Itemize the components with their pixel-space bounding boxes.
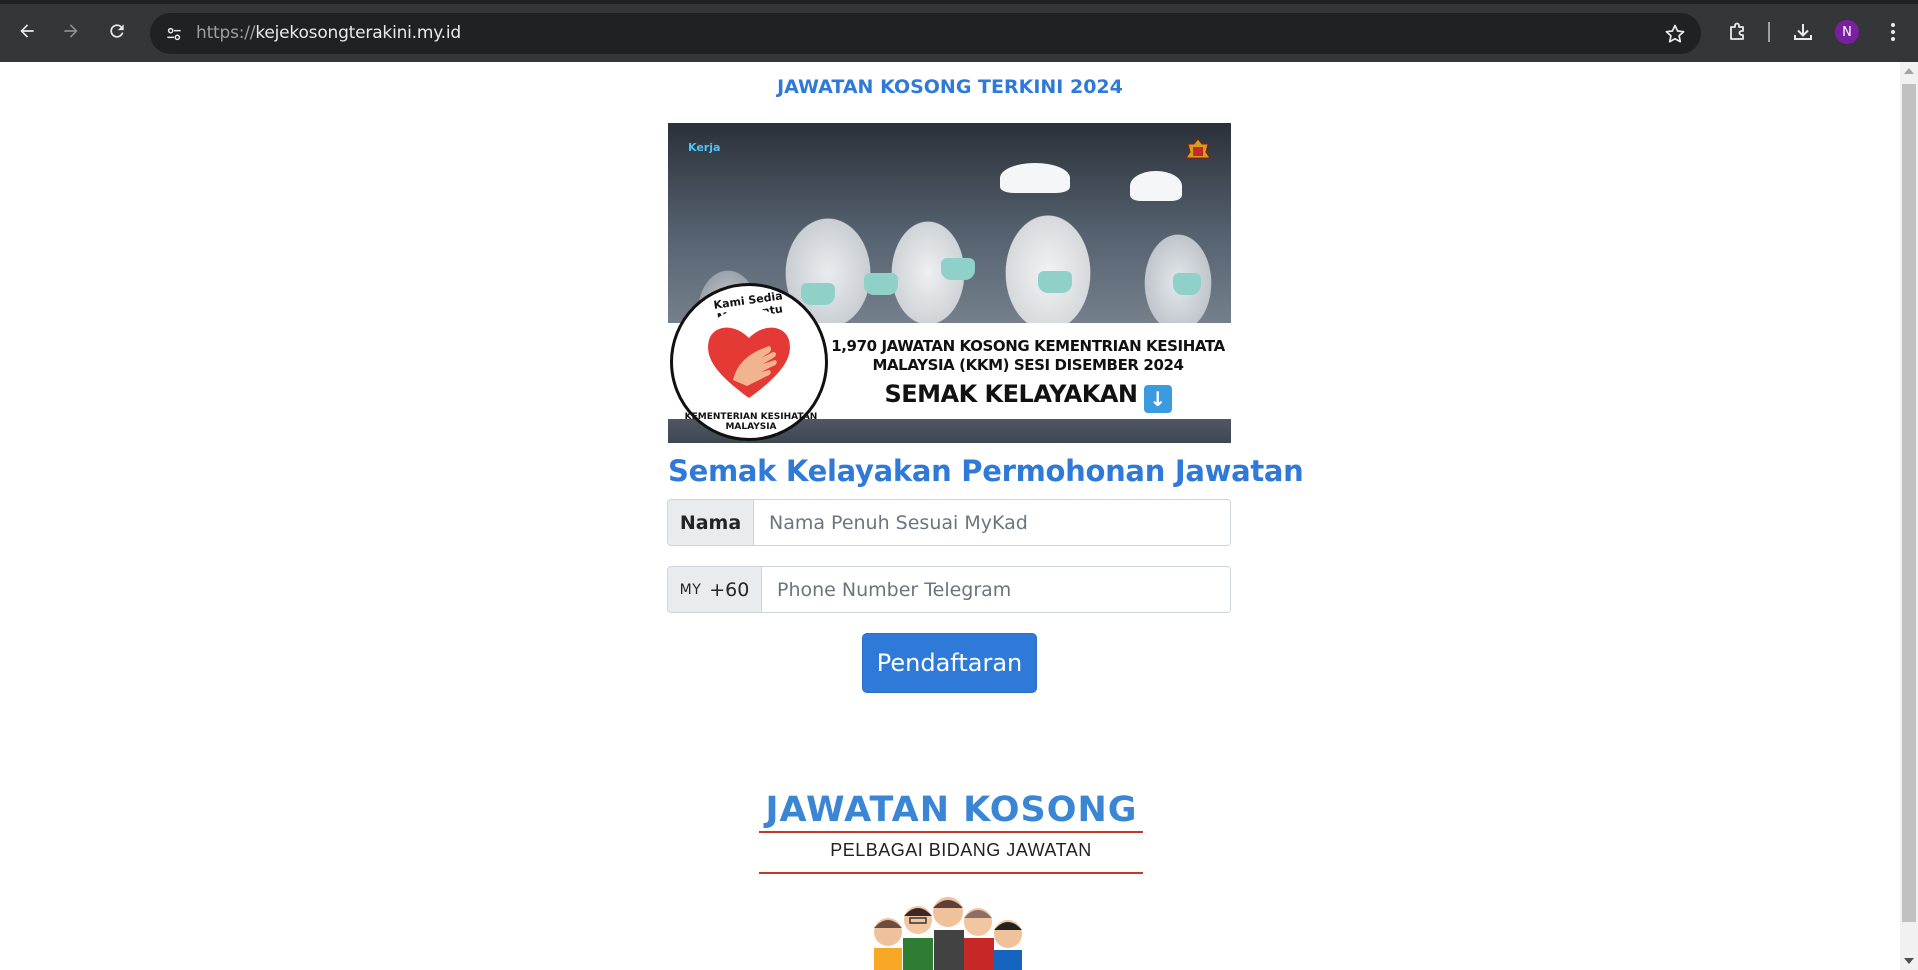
phone-input-group: MY +60 — [667, 566, 1231, 613]
people-group-illustration — [848, 882, 1048, 970]
banner-brand-tag: Kerja — [688, 141, 721, 154]
recruitment-banner-image: Kerja 1,970 JAWATAN KOSONG KEMENTRIAN KE… — [668, 123, 1231, 443]
name-input[interactable] — [754, 500, 1230, 545]
seal-bottom-text: KEMENTERIAN KESIHATAN MALAYSIA — [684, 412, 818, 432]
banner-headline: 1,970 JAWATAN KOSONG KEMENTRIAN KESIHATA… — [831, 337, 1225, 374]
phone-input[interactable] — [762, 567, 1230, 612]
kkm-seal: Kami Sedia Membantu KEMENTERIAN KESIHATA… — [670, 283, 828, 441]
face-mask — [864, 273, 898, 295]
country-code: MY — [679, 581, 702, 598]
promo-subtitle: PELBAGAI BIDANG JAWATAN — [830, 840, 1092, 860]
malaysia-crest-icon — [1182, 137, 1214, 165]
forward-icon[interactable] — [54, 14, 88, 48]
heart-hand-icon — [703, 320, 795, 402]
name-label: Nama — [668, 500, 754, 545]
browser-toolbar: https://kejekosongterakini.my.id N — [0, 0, 1918, 62]
banner-cta-text: SEMAK KELAYAKAN — [884, 380, 1138, 408]
site-title: JAWATAN KOSONG TERKINI 2024 — [777, 76, 1123, 98]
face-mask — [941, 258, 975, 280]
profile-avatar[interactable]: N — [1835, 20, 1859, 44]
nurse-cap — [1130, 171, 1182, 201]
form-title: Semak Kelayakan Permohonan Jawatan — [668, 454, 1304, 488]
down-arrow-icon: ↓ — [1143, 385, 1172, 413]
promo-title: JAWATAN KOSONG — [765, 790, 1138, 830]
toolbar-divider — [1768, 22, 1770, 42]
face-mask — [1173, 273, 1201, 295]
promo-underline — [759, 831, 1143, 833]
page-scrollbar[interactable] — [1900, 62, 1918, 970]
more-menu-icon[interactable] — [1880, 19, 1906, 45]
tab-strip-edge — [0, 0, 1918, 4]
face-mask — [1038, 271, 1072, 293]
extensions-icon[interactable] — [1725, 19, 1751, 45]
scroll-down-arrow-icon[interactable] — [1904, 958, 1914, 964]
download-icon[interactable] — [1790, 19, 1816, 45]
banner-cta: SEMAK KELAYAKAN ↓ — [828, 380, 1228, 413]
register-button[interactable]: Pendaftaran — [862, 633, 1037, 693]
phone-prefix-addon[interactable]: MY +60 — [668, 567, 762, 612]
phone-prefix: +60 — [709, 578, 750, 601]
site-info-icon[interactable] — [160, 20, 188, 48]
page-viewport: JAWATAN KOSONG TERKINI 2024 Kerja 1,970 … — [0, 62, 1900, 970]
reload-icon[interactable] — [100, 14, 134, 48]
url-text[interactable]: https://kejekosongterakini.my.id — [196, 23, 461, 43]
scroll-up-arrow-icon[interactable] — [1904, 68, 1914, 74]
nurse-cap — [1000, 163, 1070, 193]
url-host: kejekosongterakini.my.id — [255, 23, 462, 43]
scroll-thumb[interactable] — [1902, 84, 1916, 922]
back-icon[interactable] — [10, 14, 44, 48]
bookmark-star-icon[interactable] — [1663, 22, 1687, 46]
name-input-group: Nama — [667, 499, 1231, 546]
address-bar[interactable]: https://kejekosongterakini.my.id — [150, 13, 1701, 54]
promo-divider — [759, 872, 1143, 874]
url-scheme: https:// — [196, 23, 256, 43]
